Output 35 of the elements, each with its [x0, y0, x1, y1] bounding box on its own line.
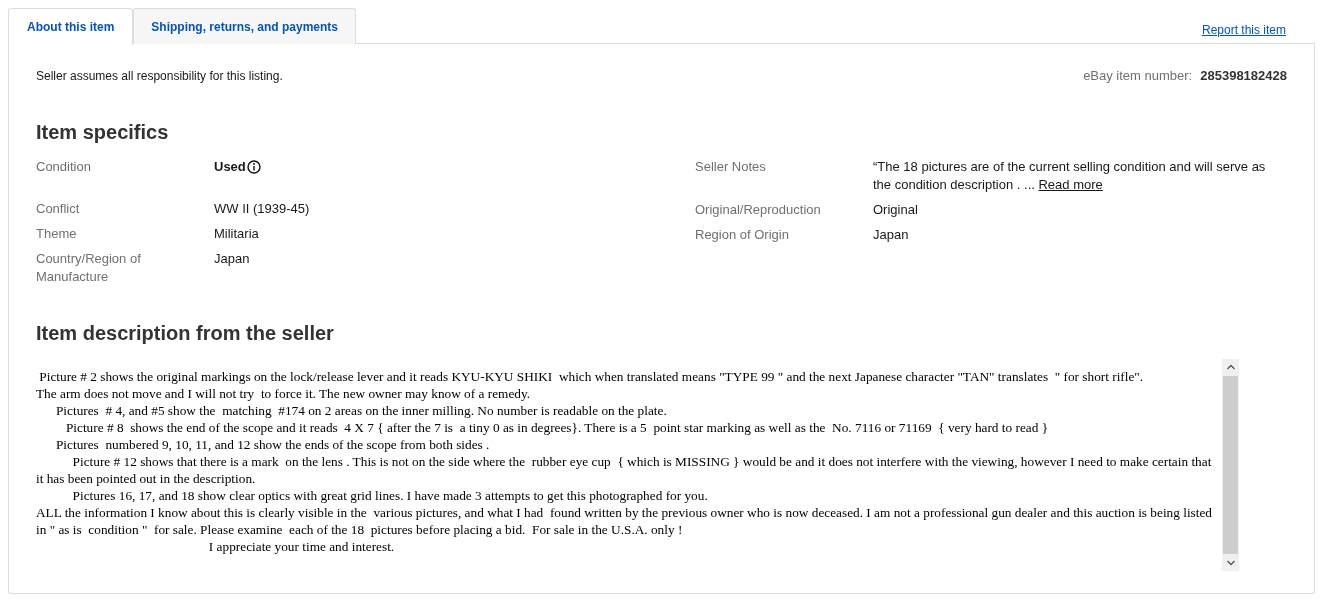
spec-value: Japan	[873, 226, 910, 244]
section-heading: Item specifics	[36, 121, 170, 144]
description-paragraph: Pictures # 4, and #5 show the matching #174 on 2 areas on the inner milling. No number is readable on the plate.	[54, 402, 668, 419]
spec-label: Theme	[36, 225, 78, 243]
responsibility-note: Seller assumes all responsibility for this listing.	[36, 68, 284, 83]
spec-label: Conflict	[36, 200, 81, 218]
spec-label: Condition	[36, 158, 92, 176]
description-paragraph: I appreciate your time and interest.	[207, 538, 396, 555]
spec-value: Japan	[214, 250, 251, 268]
tab[interactable]: About this item	[8, 8, 134, 45]
spec-label: Original/Reproduction	[695, 201, 822, 219]
read-more-link[interactable]: Read more	[1038, 177, 1103, 192]
description-paragraph: ALL the information I know about this is clearly visible in the various pictures, and what I had found written by the previous owner who is now deceased. I am not a professional gun dealer and this auction is being listed in " as is condition " for sale. Please examine each of the 18 pictures before placing a bid. For sale in the U.S.A. only !	[36, 504, 1213, 538]
item-number-label: eBay item number:	[1083, 68, 1193, 83]
description-paragraph: Picture # 2 shows the original markings on the lock/release lever and it reads KYU-KYU SHIKI which when translated means "TYPE 99 " and the next Japanese character "TAN" translates " for short rifle".	[38, 368, 1145, 385]
description-paragraph: The arm does not move and I will not try to force it. The new owner may know of a remedy.	[36, 385, 532, 402]
scrollbar[interactable]	[1222, 359, 1239, 571]
tab[interactable]: Shipping, returns, and payments	[133, 8, 357, 44]
seller-notes: “The 18 pictures are of the current selling condition and will serve as the condition description . ... Read more	[873, 158, 1267, 194]
description-paragraph: Pictures numbered 9, 10, 11, and 12 show the ends of the scope from both sides .	[54, 436, 491, 453]
item-number: 285398182428	[1200, 68, 1287, 83]
spec-label: Seller Notes	[695, 158, 767, 176]
scroll-thumb[interactable]	[1223, 376, 1238, 554]
spec-label: Region of Origin	[695, 226, 790, 244]
spec-value: Original	[873, 201, 919, 219]
description-paragraph: Picture # 8 shows the end of the scope and it reads 4 X 7 { after the 7 is a tiny 0 as in degrees}. There is a 5 point star marking as well as the No. 7116 or 71169 { very hard to read }	[64, 419, 1050, 436]
section-heading: Item description from the seller	[36, 322, 335, 345]
spec-value: Used	[214, 158, 246, 176]
description-paragraph: Picture # 12 shows that there is a mark on the lens . This is not on the side where the rubber eye cup { which is MISSING } would be and it does not interfere with the viewing, however I need to make certain that it has been pointed out in the description.	[36, 453, 1213, 487]
report-link[interactable]: Report this item	[1201, 23, 1286, 37]
info-icon[interactable]	[246, 160, 261, 174]
spec-label: Country/Region of Manufacture	[36, 250, 142, 286]
spec-value: Militaria	[214, 225, 260, 243]
description-paragraph: Pictures 16, 17, and 18 show clear optics with great grid lines. I have made 3 attempts to get this photographed for you.	[71, 487, 709, 504]
spec-value: WW II (1939-45)	[214, 200, 311, 218]
